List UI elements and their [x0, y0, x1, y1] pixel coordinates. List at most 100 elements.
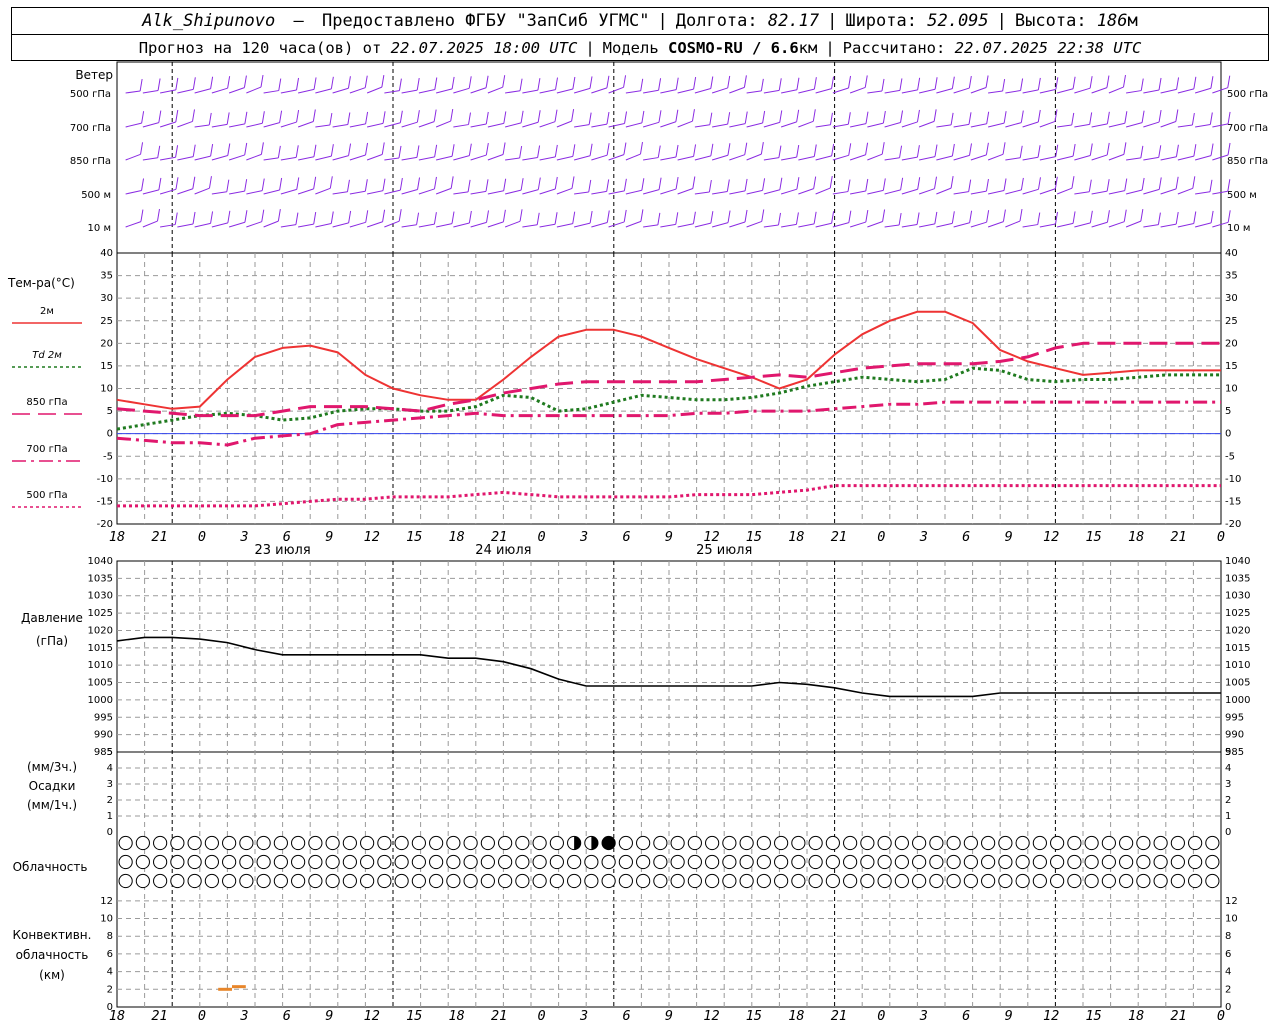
wind-barb-shaft	[384, 220, 400, 228]
wind-barb-flag	[537, 110, 541, 123]
wind-barb-flag	[727, 112, 731, 125]
conv-ytick-right: 6	[1225, 949, 1231, 960]
prec-ytick-left: 0	[107, 827, 113, 838]
cloud-circle	[308, 873, 323, 889]
wind-barb-shaft	[332, 191, 348, 195]
xtick-bottom: 21	[491, 1008, 507, 1024]
wind-barb-flag	[881, 78, 885, 92]
wind-barb-shaft	[556, 120, 572, 128]
cloud-half	[591, 836, 598, 850]
wind-barb-shaft	[125, 90, 141, 94]
wind-barb-shaft	[142, 122, 159, 128]
cloud-circle	[618, 835, 633, 851]
wind-barb-shaft	[298, 223, 314, 228]
wind-barb-flag	[1175, 176, 1179, 189]
wind-barb-flag	[520, 110, 524, 123]
wind-barb-shaft	[297, 188, 314, 195]
wind-barb-flag	[485, 111, 489, 125]
wind-barb-shaft	[194, 187, 210, 195]
wind-barb-shaft	[125, 153, 141, 161]
wind-barb-shaft	[849, 221, 866, 228]
cloud-full	[602, 836, 616, 850]
wind-barb-shaft	[988, 90, 1003, 94]
cloud-circle	[791, 854, 806, 870]
wind-barb-flag	[1191, 112, 1195, 126]
wind-barb-shaft	[798, 156, 815, 161]
wind-barb-shaft	[746, 90, 762, 94]
wind-barb-flag	[831, 143, 835, 156]
cloud-circle	[705, 854, 720, 870]
wind-barb-shaft	[573, 155, 591, 161]
temp-ytick-right: -5	[1225, 451, 1235, 462]
xtick-bottom: 0	[877, 1008, 885, 1024]
wind-level-right: 500 м	[1227, 190, 1257, 201]
cloud-circle	[929, 854, 944, 870]
wind-barb-shaft	[418, 156, 435, 161]
wind-barb-flag	[1037, 145, 1041, 158]
wind-barb-shaft	[539, 89, 556, 94]
wind-barb-flag	[985, 142, 989, 155]
prec-ytick-left: 3	[107, 779, 113, 790]
cloud-circle	[360, 835, 375, 851]
cloud-circle	[1153, 873, 1168, 889]
wind-barb-shaft	[781, 89, 798, 94]
wind-barb-shaft	[349, 221, 366, 228]
wind-barb-flag	[710, 211, 714, 224]
cloud-circle	[153, 835, 168, 851]
wind-barb-shaft	[1160, 121, 1177, 128]
wind-barb-flag	[934, 144, 938, 157]
wind-barb-flag	[434, 144, 438, 157]
cloud-circle	[1050, 854, 1065, 870]
pres-ytick-left: 1040	[88, 556, 113, 567]
wind-level-right: 850 гПа	[1227, 156, 1268, 167]
xtick-top: 3	[239, 529, 248, 545]
wind-barb-flag	[158, 110, 162, 123]
wind-barb-flag	[693, 77, 697, 90]
prec-ytick-right: 3	[1225, 779, 1231, 790]
wind-barb-shaft	[349, 87, 366, 94]
prec-label-1: (мм/3ч.)	[27, 760, 77, 774]
wind-barb-shaft	[711, 222, 729, 228]
cloud-circle	[774, 873, 789, 889]
cloud-circle	[1032, 854, 1047, 870]
wind-barb-shaft	[746, 220, 762, 228]
temp-ytick-right: 30	[1225, 293, 1238, 304]
wind-barb-flag	[986, 210, 990, 223]
wind-barb-flag	[1158, 77, 1162, 91]
wind-barb-flag	[451, 76, 455, 89]
cloud-circle	[135, 854, 150, 870]
xtick-top: 3	[579, 529, 588, 545]
wind-barb-flag	[1106, 111, 1110, 124]
temp-ytick-right: 15	[1225, 361, 1238, 372]
wind-barb-flag	[1122, 74, 1126, 88]
wind-barb-flag	[950, 112, 954, 125]
wind-barb-flag	[693, 144, 697, 157]
wind-barb-flag	[279, 177, 283, 191]
wind-barb-flag	[589, 143, 593, 156]
temp-ytick-left: -10	[97, 474, 113, 485]
wind-barb-shaft	[694, 191, 710, 195]
prec-ytick-right: 1	[1225, 811, 1231, 822]
wind-barb-shaft	[401, 224, 417, 228]
cloud-circle	[843, 835, 858, 851]
cloud-circle	[843, 873, 858, 889]
wind-barb-shaft	[591, 154, 608, 161]
cloud-circle	[1101, 835, 1116, 851]
wind-barb-shaft	[970, 123, 987, 128]
wind-barb-flag	[468, 112, 471, 125]
wind-barb-shaft	[677, 88, 694, 94]
wind-barb-flag	[829, 175, 833, 189]
wind-barb-shaft	[901, 223, 918, 228]
temp-ytick-right: 40	[1225, 248, 1238, 259]
wind-barb-flag	[675, 109, 679, 122]
wind-barb-shaft	[867, 189, 884, 195]
wind-barb-flag	[1020, 78, 1024, 91]
xtick-top: 9	[1005, 529, 1013, 545]
wind-barb-shaft	[1195, 123, 1211, 128]
cloud-circle	[291, 873, 306, 889]
wind-barb-shaft	[953, 154, 970, 161]
wind-barb-shaft	[763, 224, 779, 228]
wind-barb-flag	[296, 77, 300, 91]
wind-barb-flag	[277, 209, 281, 222]
wind-barb-flag	[710, 76, 714, 89]
